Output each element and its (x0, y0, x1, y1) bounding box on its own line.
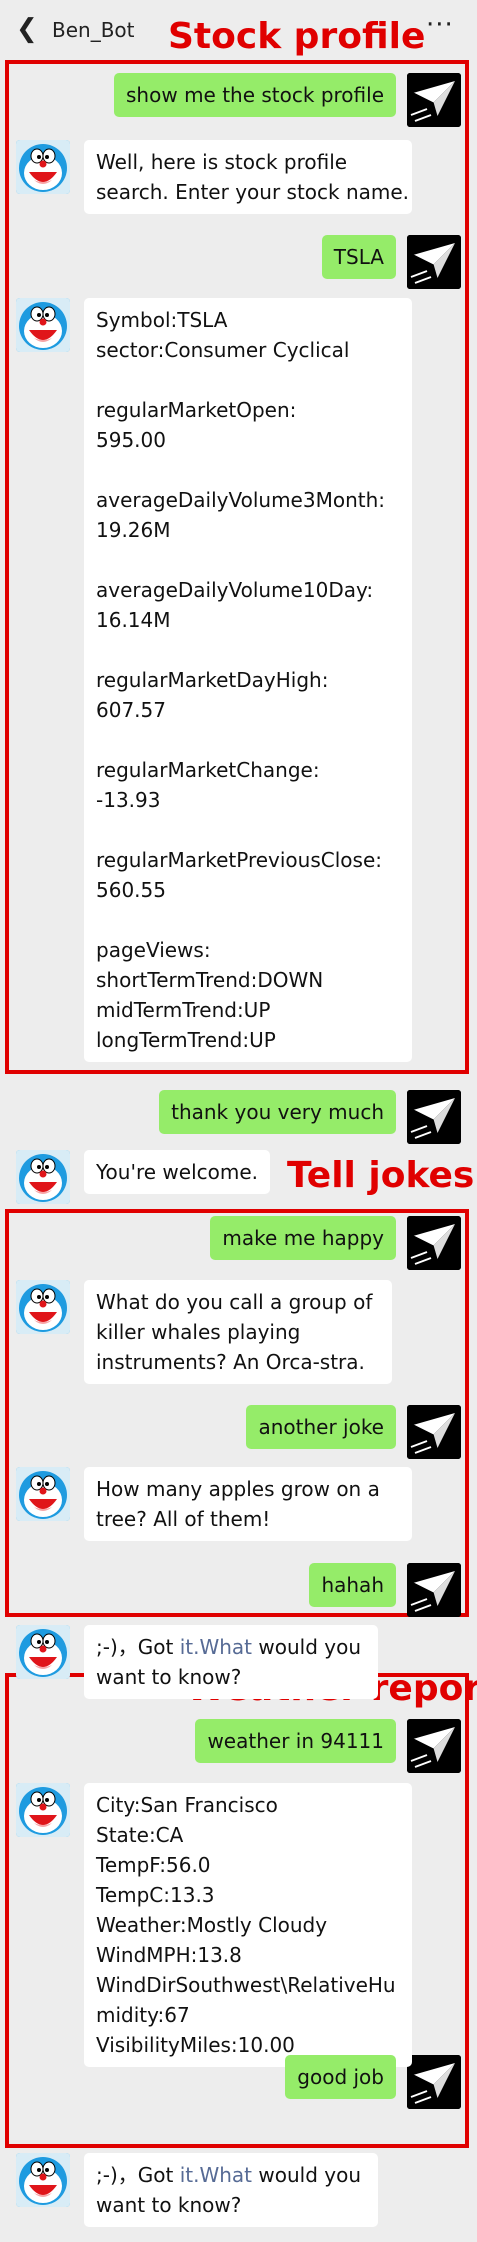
message-line (96, 905, 400, 935)
paper-plane-avatar-icon[interactable] (407, 1563, 461, 1617)
doraemon-avatar-icon[interactable] (16, 1625, 70, 1679)
message-line: ;-)，Got it.What would you (96, 1632, 366, 1662)
message-line: sector:Consumer Cyclical (96, 338, 350, 362)
message-text: would you (258, 1635, 362, 1659)
message-line: WindDirSouthwest\RelativeHu (96, 1973, 396, 1997)
paper-plane-avatar-icon[interactable] (407, 1090, 461, 1144)
doraemon-avatar-icon[interactable] (16, 1280, 70, 1334)
message-line: averageDailyVolume3Month: (96, 488, 386, 512)
paper-plane-avatar-icon[interactable] (407, 1719, 461, 1773)
message-line: TempC:13.3 (96, 1883, 215, 1907)
message-line: killer whales playing (96, 1320, 301, 1344)
message-line (96, 365, 400, 395)
paper-plane-avatar-icon[interactable] (407, 73, 461, 127)
message-line: another joke (258, 1415, 384, 1439)
message-line: Well, here is stock profile (96, 150, 348, 174)
message-line: search. Enter your stock name. (96, 180, 410, 204)
message-line (96, 455, 400, 485)
message-line: You're welcome. (96, 1160, 259, 1184)
message-line: longTermTrend:UP (96, 1028, 276, 1052)
message-line (96, 725, 400, 755)
incoming-message-bubble[interactable]: You're welcome. (84, 1150, 271, 1194)
incoming-message-bubble[interactable]: City:San Francisco State:CA TempF:56.0 Temp… (84, 1783, 412, 2067)
message-line: midTermTrend:UP (96, 998, 271, 1022)
message-line: TSLA (333, 245, 384, 269)
paper-plane-avatar-icon[interactable] (407, 2055, 461, 2109)
paper-plane-avatar-icon[interactable] (407, 235, 461, 289)
outgoing-message-bubble[interactable]: thank you very much (159, 1090, 396, 1134)
message-line: show me the stock profile (126, 83, 384, 107)
doraemon-avatar-icon[interactable] (16, 298, 70, 352)
stock-profile-label: Stock profile (168, 16, 426, 57)
message-line: ;-)，Got it.What would you (96, 2160, 366, 2190)
tell-jokes-label: Tell jokes (287, 1155, 475, 1196)
message-line: good job (297, 2065, 384, 2089)
outgoing-message-bubble[interactable]: show me the stock profile (114, 73, 396, 117)
outgoing-message-bubble[interactable]: good job (285, 2055, 396, 2099)
message-line: regularMarketDayHigh: (96, 668, 329, 692)
message-line: averageDailyVolume10Day: (96, 578, 374, 602)
message-line: regularMarketOpen: (96, 398, 297, 422)
message-line: Weather:Mostly Cloudy (96, 1913, 328, 1937)
message-line (96, 635, 400, 665)
message-line: 16.14M (96, 608, 171, 632)
outgoing-message-bubble[interactable]: hahah (309, 1563, 396, 1607)
incoming-message-bubble[interactable]: ;-)，Got it.What would you want to know? (84, 1625, 378, 1699)
incoming-message-bubble[interactable]: How many apples grow on a tree? All of th… (84, 1467, 412, 1541)
message-line: What do you call a group of (96, 1290, 373, 1314)
message-line (96, 815, 400, 845)
message-line: regularMarketChange: (96, 758, 320, 782)
message-line: State:CA (96, 1823, 184, 1847)
message-line: -13.93 (96, 788, 161, 812)
message-line: hahah (321, 1573, 384, 1597)
incoming-message-bubble[interactable]: What do you call a group of killer whales… (84, 1280, 392, 1384)
outgoing-message-bubble[interactable]: make me happy (210, 1216, 396, 1260)
message-line (96, 545, 400, 575)
doraemon-avatar-icon[interactable] (16, 2153, 70, 2207)
message-link[interactable]: it.What (180, 1635, 252, 1659)
message-line: thank you very much (171, 1100, 384, 1124)
message-line: shortTermTrend:DOWN (96, 968, 324, 992)
message-line: pageViews: (96, 938, 211, 962)
message-line: instruments? An Orca-stra. (96, 1350, 365, 1374)
message-line: want to know? (96, 1665, 242, 1689)
message-text: ;-)，Got (96, 1635, 180, 1659)
message-line: weather in 94111 (207, 1729, 384, 1753)
tell-jokes-frame (5, 1209, 469, 1617)
outgoing-message-bubble[interactable]: TSLA (321, 235, 396, 279)
message-link[interactable]: it.What (180, 2163, 252, 2187)
message-line: want to know? (96, 2193, 242, 2217)
doraemon-avatar-icon[interactable] (16, 140, 70, 194)
message-text: ;-)，Got (96, 2163, 180, 2187)
incoming-message-bubble[interactable]: Symbol:TSLA sector:Consumer Cyclical regu… (84, 298, 412, 1062)
message-line: TempF:56.0 (96, 1853, 211, 1877)
doraemon-avatar-icon[interactable] (16, 1150, 70, 1204)
message-line: regularMarketPreviousClose: (96, 848, 382, 872)
message-line: tree? All of them! (96, 1507, 271, 1531)
message-line: 19.26M (96, 518, 171, 542)
chevron-left-icon[interactable]: ❮ (16, 14, 38, 44)
paper-plane-avatar-icon[interactable] (407, 1405, 461, 1459)
message-line: make me happy (222, 1226, 384, 1250)
message-text: would you (258, 2163, 362, 2187)
outgoing-message-bubble[interactable]: another joke (246, 1405, 396, 1449)
outgoing-message-bubble[interactable]: weather in 94111 (195, 1719, 396, 1763)
message-line: 607.57 (96, 698, 166, 722)
doraemon-avatar-icon[interactable] (16, 1467, 70, 1521)
incoming-message-bubble[interactable]: ;-)，Got it.What would you want to know? (84, 2153, 378, 2227)
paper-plane-avatar-icon[interactable] (407, 1216, 461, 1270)
message-line: How many apples grow on a (96, 1477, 380, 1501)
doraemon-avatar-icon[interactable] (16, 1783, 70, 1837)
message-line: 560.55 (96, 878, 166, 902)
message-line: City:San Francisco (96, 1793, 278, 1817)
more-dots-icon[interactable]: ··· (426, 10, 454, 40)
message-line: 595.00 (96, 428, 166, 452)
incoming-message-bubble[interactable]: Well, here is stock profile search. Enter… (84, 140, 412, 214)
message-line: Symbol:TSLA (96, 308, 228, 332)
chat-title: Ben_Bot (52, 18, 135, 42)
message-line: WindMPH:13.8 (96, 1943, 242, 1967)
message-line: midity:67 (96, 2003, 190, 2027)
